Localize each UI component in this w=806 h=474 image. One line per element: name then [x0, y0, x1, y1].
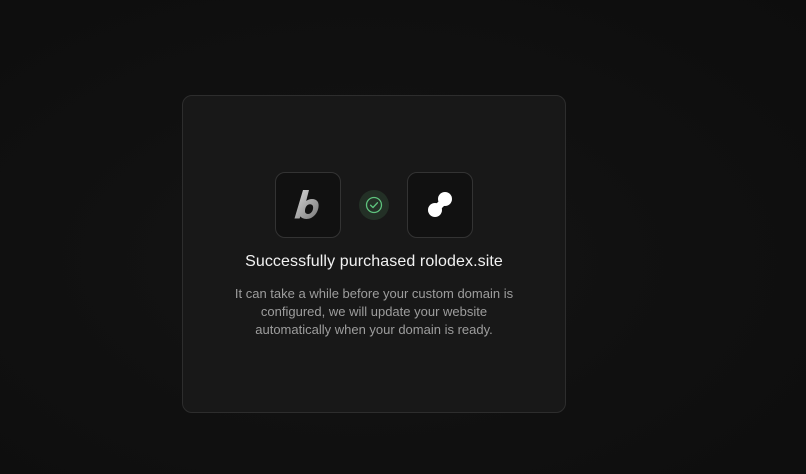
success-check-badge	[359, 190, 389, 220]
success-title: Successfully purchased rolodex.site	[245, 253, 503, 270]
source-logo-tile	[275, 172, 341, 238]
purchase-success-card: Successfully purchased rolodex.site It c…	[182, 95, 566, 413]
check-icon	[365, 196, 383, 214]
infinity-blob-logo-icon	[428, 192, 452, 217]
page-background: Successfully purchased rolodex.site It c…	[0, 0, 806, 474]
success-description: It can take a while before your custom d…	[234, 286, 514, 337]
logo-connection-row	[183, 171, 565, 239]
b-logo-icon	[294, 190, 319, 219]
target-logo-tile	[407, 172, 473, 238]
